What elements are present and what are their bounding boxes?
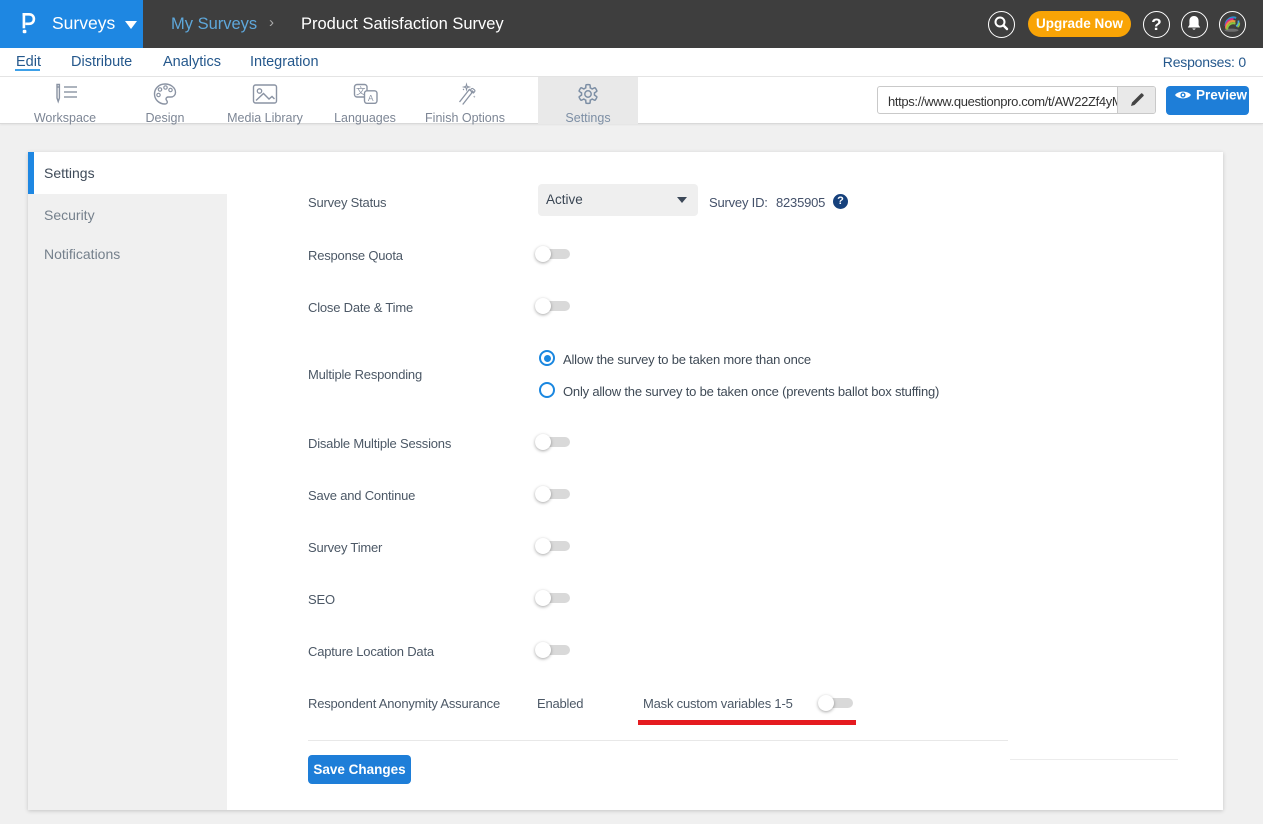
svg-text:A: A xyxy=(368,93,374,103)
